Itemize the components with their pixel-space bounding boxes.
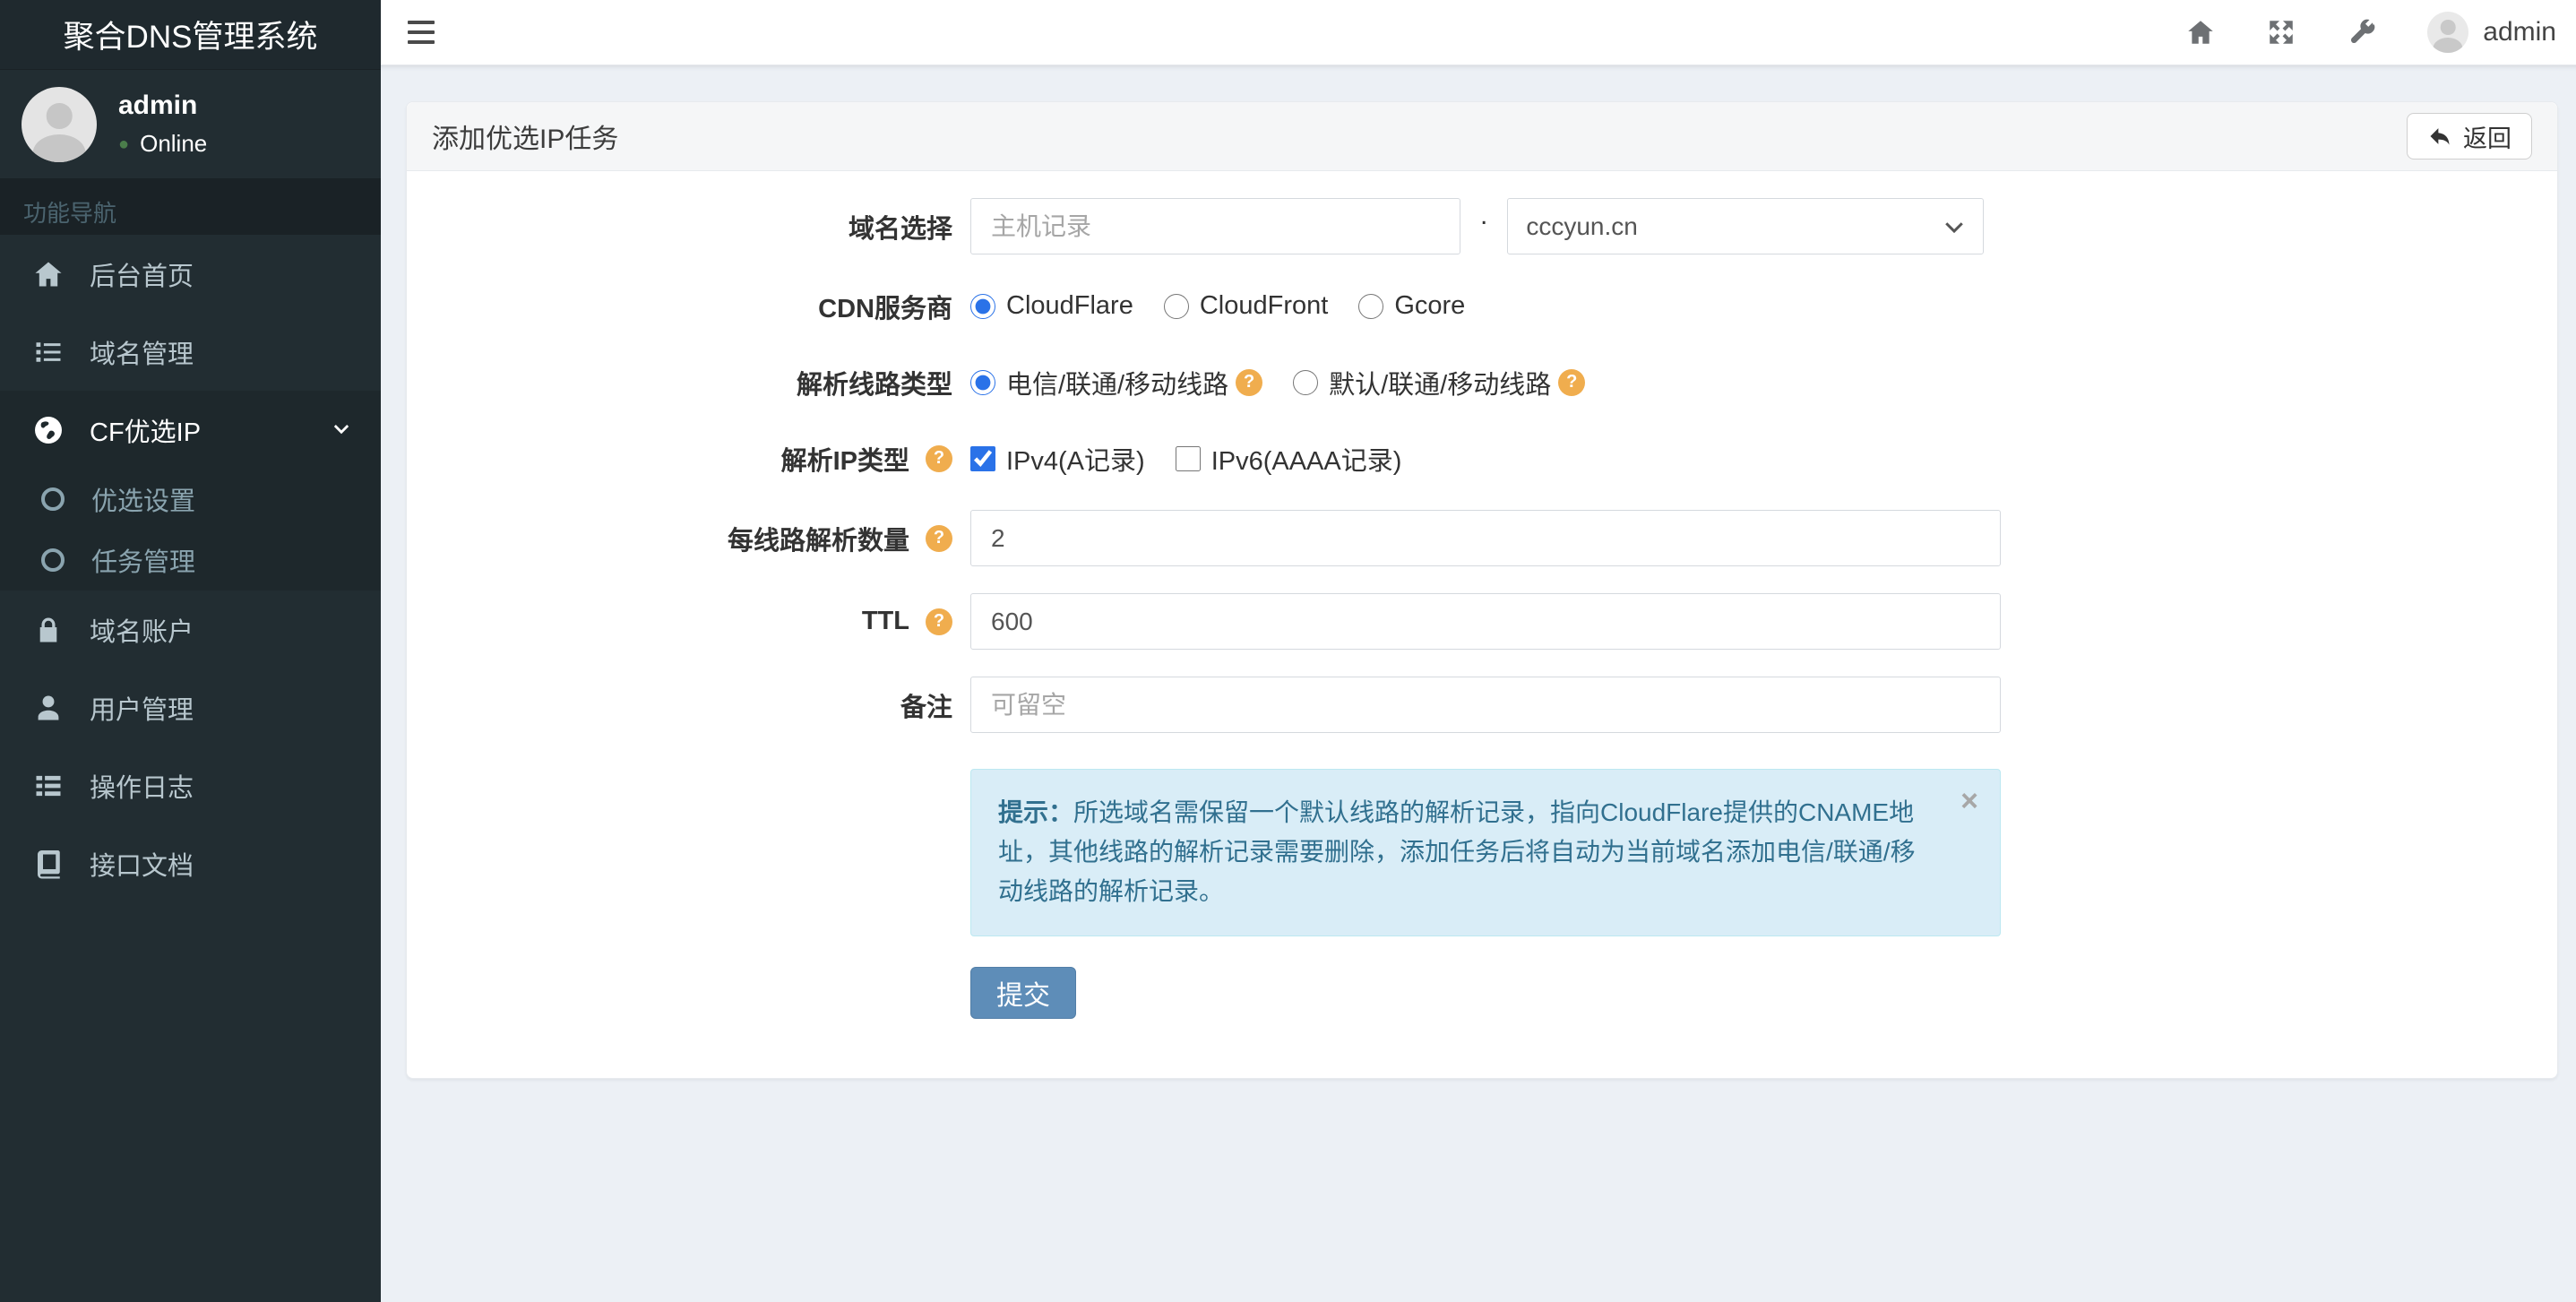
avatar — [22, 86, 97, 162]
user-panel: admin ● Online — [0, 70, 381, 179]
alert-text: 所选域名需保留一个默认线路的解析记录，指向CloudFlare提供的CNAME地… — [998, 798, 1916, 906]
chevron-down-icon — [329, 418, 354, 443]
sidebar-item-label: 优选设置 — [91, 487, 196, 516]
sidebar-item-label: 用户管理 — [90, 695, 194, 725]
sidebar-item-label: CF优选IP — [90, 418, 202, 447]
user-name: admin — [118, 91, 198, 120]
sidebar-item-label: 域名管理 — [90, 340, 194, 369]
domain-select[interactable]: cccyun.cn — [1507, 198, 1985, 254]
domain-select-label: 域名选择 — [848, 214, 952, 244]
per-line-count-label: 每线路解析数量 ? — [443, 520, 952, 557]
per-line-count-input[interactable] — [970, 510, 2001, 566]
remark-input[interactable] — [970, 677, 2001, 733]
app-logo[interactable]: 聚合DNS管理系统 — [0, 0, 381, 70]
help-icon[interactable]: ? — [926, 608, 952, 635]
sidebar-item-domains[interactable]: 域名管理 — [0, 313, 381, 391]
sidebar-item-user-management[interactable]: 用户管理 — [0, 668, 381, 746]
help-icon[interactable]: ? — [1236, 368, 1263, 396]
user-icon — [32, 692, 65, 724]
sidebar-item-label: 域名账户 — [90, 617, 194, 647]
sidebar-toggle-button[interactable] — [381, 0, 461, 65]
checkbox-ipv6[interactable]: IPv6(AAAA记录) — [1175, 440, 1401, 478]
sidebar-section-header: 功能导航 — [0, 179, 381, 235]
user-menu[interactable]: admin — [2427, 12, 2556, 53]
sidebar-group-cf-ip: CF优选IP 优选设置 任务管理 — [0, 391, 381, 591]
circle-o-icon — [41, 548, 65, 572]
avatar — [2427, 12, 2469, 53]
list-icon — [32, 336, 65, 368]
panel-header: 添加优选IP任务 返回 — [407, 102, 2557, 171]
globe-icon — [32, 414, 65, 446]
domain-separator: . — [1480, 201, 1488, 230]
main-content: 添加优选IP任务 返回 域名选择 . cccyun.cn — [381, 65, 2576, 1302]
sidebar-item-task-management[interactable]: 任务管理 — [0, 530, 381, 591]
radio-isp-lines[interactable]: 电信/联通/移动线路 ? — [970, 364, 1263, 401]
wrench-icon[interactable] — [2347, 17, 2377, 47]
help-icon[interactable]: ? — [926, 524, 952, 552]
sidebar-item-operation-logs[interactable]: 操作日志 — [0, 746, 381, 824]
sidebar-item-cf-ip[interactable]: CF优选IP — [0, 391, 381, 469]
sidebar-item-label: 接口文档 — [90, 851, 194, 881]
task-form: 域名选择 . cccyun.cn — [407, 171, 2557, 1078]
sidebar-item-label: 任务管理 — [91, 548, 196, 577]
line-type-label: 解析线路类型 — [796, 370, 952, 400]
close-icon[interactable]: × — [1960, 786, 1978, 816]
help-icon[interactable]: ? — [1558, 368, 1586, 396]
reply-arrow-icon — [2430, 128, 2450, 145]
home-icon — [32, 258, 65, 290]
user-status-label: Online — [140, 130, 208, 157]
ip-type-label: 解析IP类型 ? — [443, 440, 952, 478]
fullscreen-icon[interactable] — [2266, 17, 2296, 47]
th-list-icon — [32, 770, 65, 802]
book-icon — [32, 848, 65, 880]
sidebar-item-preferred-settings[interactable]: 优选设置 — [0, 469, 381, 530]
circle-o-icon — [41, 487, 65, 511]
alert-prefix: 提示： — [998, 798, 1074, 826]
ttl-label: TTL ? — [443, 607, 952, 636]
radio-cloudfront[interactable]: CloudFront — [1163, 291, 1328, 321]
sidebar: 聚合DNS管理系统 admin ● Online 功能导航 后台首页 域名管理 — [0, 0, 381, 1302]
add-task-panel: 添加优选IP任务 返回 域名选择 . cccyun.cn — [406, 101, 2558, 1079]
submit-button[interactable]: 提交 — [970, 966, 1076, 1019]
sidebar-item-label: 操作日志 — [90, 773, 194, 803]
remark-label: 备注 — [900, 693, 952, 722]
sidebar-menu: 后台首页 域名管理 CF优选IP 优选设置 任务管理 域名账户 用户管理 操作日… — [0, 235, 381, 902]
lock-icon — [32, 614, 65, 646]
radio-cloudflare[interactable]: CloudFlare — [970, 291, 1133, 321]
sidebar-submenu: 优选设置 任务管理 — [0, 469, 381, 591]
cdn-provider-label: CDN服务商 — [818, 294, 952, 323]
online-status-icon: ● — [118, 134, 130, 154]
top-navbar: admin — [381, 0, 2576, 65]
radio-default-lines[interactable]: 默认/联通/移动线路 ? — [1293, 364, 1586, 401]
back-button[interactable]: 返回 — [2407, 113, 2532, 160]
info-alert: 提示：所选域名需保留一个默认线路的解析记录，指向CloudFlare提供的CNA… — [970, 769, 2001, 936]
sidebar-item-label: 后台首页 — [90, 262, 194, 291]
radio-gcore[interactable]: Gcore — [1358, 291, 1465, 321]
help-icon[interactable]: ? — [926, 444, 952, 472]
host-record-input[interactable] — [970, 198, 1460, 254]
checkbox-ipv4[interactable]: IPv4(A记录) — [970, 440, 1145, 478]
sidebar-item-domain-accounts[interactable]: 域名账户 — [0, 591, 381, 668]
home-icon[interactable] — [2185, 17, 2216, 47]
sidebar-item-api-docs[interactable]: 接口文档 — [0, 824, 381, 902]
page-title: 添加优选IP任务 — [432, 125, 619, 154]
navbar-username: admin — [2483, 17, 2556, 47]
sidebar-item-dashboard[interactable]: 后台首页 — [0, 235, 381, 313]
ttl-input[interactable] — [970, 593, 2001, 650]
